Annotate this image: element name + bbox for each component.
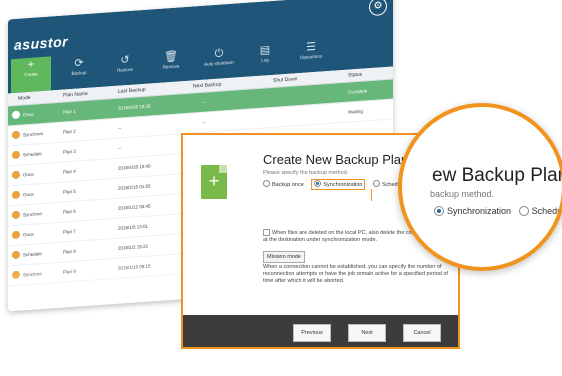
column-next-backup[interactable]: Next Backup <box>193 82 221 90</box>
cell-plan-name: Plan 2 <box>63 128 76 135</box>
toolbar-button-create[interactable]: + Create <box>11 56 51 94</box>
cell-mode: Once <box>23 231 34 238</box>
app-logo: asustor <box>14 33 69 54</box>
zoom-title: ew Backup Plan <box>432 165 562 186</box>
zoom-option-synchronization: Synchronization <box>447 206 512 216</box>
mission-mode-button[interactable]: Mission mode <box>263 251 305 263</box>
cell-mode: Schedule <box>23 151 42 158</box>
gear-icon[interactable]: ⚙ <box>369 0 387 17</box>
cell-plan-name: Plan 1 <box>63 108 76 115</box>
column-mode[interactable]: Mode <box>18 95 31 102</box>
mode-icon <box>12 110 20 120</box>
cell-mode: Synchron <box>23 211 43 218</box>
callout-connector <box>371 189 372 201</box>
toolbar-button-remove[interactable]: 🗑 Remove <box>150 49 192 84</box>
mode-icon <box>12 230 20 240</box>
zoom-options: Synchronization Schedule B <box>434 205 562 217</box>
cell-mode: Once <box>23 111 34 118</box>
dialog-subtitle: Please specify the backup method. <box>263 170 349 176</box>
cell-last-backup: 2016/1/5 13:01 <box>118 223 149 231</box>
cell-last-backup: -- <box>118 125 121 131</box>
column-status[interactable]: Status <box>348 72 362 79</box>
cell-mode: Once <box>23 171 34 178</box>
cell-plan-name: Plan 7 <box>63 228 76 235</box>
mission-description: When a connection cannot be established,… <box>263 264 448 284</box>
toolbar-label: Operations <box>299 53 322 61</box>
zoom-subtitle: backup method. <box>430 189 495 199</box>
cell-status: Waiting <box>348 108 363 115</box>
toolbar-label: Restore <box>117 66 133 73</box>
radio-icon <box>263 180 270 187</box>
mode-icon <box>12 210 20 220</box>
mode-icon <box>12 130 20 140</box>
backup-icon: ⟳ <box>74 57 84 70</box>
operations-icon: ☰ <box>306 40 316 54</box>
column-last-backup[interactable]: Last Backup <box>118 87 146 95</box>
cell-plan-name: Plan 8 <box>63 248 76 255</box>
dialog-footer: Previous Next Cancel <box>183 315 458 347</box>
cell-mode: Once <box>23 191 34 198</box>
next-button[interactable]: Next <box>348 324 386 342</box>
plus-icon: + <box>27 58 35 72</box>
cell-last-backup: 2016/1/2 15:22 <box>118 243 149 251</box>
cell-last-backup: 2016/4/28 10:35 <box>118 103 151 111</box>
mode-icon <box>12 170 20 180</box>
restore-icon: ↺ <box>120 53 130 67</box>
toolbar-button-operations[interactable]: ☰ Operations <box>290 39 332 74</box>
trash-icon: 🗑 <box>164 50 178 64</box>
cell-last-backup: 2016/4/28 10:40 <box>118 163 151 171</box>
cell-next-backup: -- <box>203 119 206 125</box>
toolbar-label: Remove <box>162 63 180 70</box>
radio-selected-icon <box>434 205 444 216</box>
new-plan-file-icon: + <box>201 165 227 199</box>
radio-icon <box>373 180 381 187</box>
cell-mode: Schedule <box>23 251 42 258</box>
toolbar-button-restore[interactable]: ↺ Restore <box>104 52 146 87</box>
cell-last-backup: 2016/1/12 05:45 <box>118 203 151 211</box>
toolbar-button-log[interactable]: ▤ Log <box>244 42 286 77</box>
toolbar-label: Create <box>24 71 38 78</box>
toolbar-label: Backup <box>71 69 87 77</box>
cell-next-backup: -- <box>203 99 206 105</box>
cell-status: Complete <box>348 88 368 95</box>
toolbar-label: Log <box>261 57 269 63</box>
toolbar-button-auto-shutdown[interactable]: ⏻ Auto shutdown <box>198 45 240 80</box>
zoom-magnifier: ew Backup Plan backup method. Synchroniz… <box>398 103 562 271</box>
cell-plan-name: Plan 6 <box>63 208 76 215</box>
dialog-title: Create New Backup Plan <box>263 152 409 167</box>
option-synchronization[interactable]: Synchronization <box>311 179 366 190</box>
log-icon: ▤ <box>259 44 271 57</box>
previous-button[interactable]: Previous <box>293 324 331 342</box>
checkbox-icon[interactable] <box>263 229 270 236</box>
option-backup-once[interactable]: Backup once <box>263 180 304 188</box>
toolbar-button-backup[interactable]: ⟳ Backup <box>58 55 100 90</box>
cell-plan-name: Plan 3 <box>63 148 76 155</box>
cancel-button[interactable]: Cancel <box>403 324 441 342</box>
toolbar-label: Auto shutdown <box>204 59 234 67</box>
mode-icon <box>12 250 20 260</box>
column-shut-down[interactable]: Shut Down <box>273 76 297 84</box>
radio-selected-icon <box>314 180 322 187</box>
column-plan-name[interactable]: Plan Name <box>63 91 88 99</box>
zoom-option-schedule: Schedule B <box>531 206 562 216</box>
cell-last-backup: 2016/2/16 01:55 <box>118 183 151 191</box>
cell-plan-name: Plan 5 <box>63 188 76 195</box>
mode-icon <box>12 150 20 160</box>
cell-plan-name: Plan 4 <box>63 168 76 175</box>
cell-mode: Synchroni <box>23 130 44 138</box>
mode-icon <box>12 190 20 200</box>
radio-icon <box>518 205 529 216</box>
cell-last-backup: -- <box>118 145 121 151</box>
toolbar: + Create ⟳ Backup ↺ Restore 🗑 Remove ⏻ Auto shutd… <box>8 0 393 94</box>
